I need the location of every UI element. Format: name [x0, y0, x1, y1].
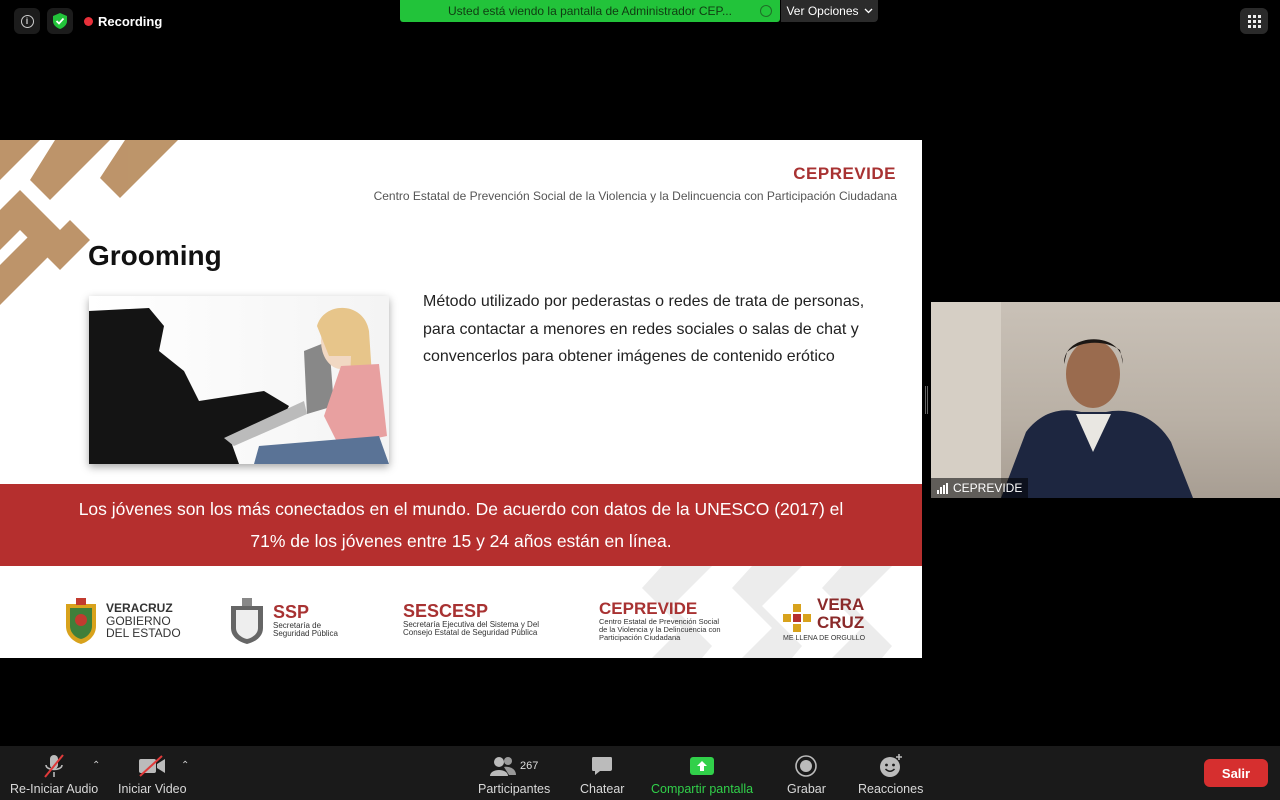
- record-icon: [795, 755, 818, 777]
- video-camera-off-icon: [139, 755, 166, 777]
- shared-screen-slide: CEPREVIDE Centro Estatal de Prevención S…: [0, 140, 922, 658]
- reactions-label: Reacciones: [858, 782, 924, 796]
- microphone-muted-icon: [44, 754, 64, 778]
- reactions-smiley-icon: [879, 754, 902, 777]
- view-options-label: Ver Opciones: [786, 4, 859, 18]
- participants-label: Participantes: [478, 782, 551, 796]
- corner-decoration: [0, 140, 178, 305]
- reactions-button[interactable]: Reacciones: [858, 752, 923, 796]
- veracruz-brand-tagline: ME LLENA DE ORGULLO: [783, 634, 866, 642]
- logo-sescesp: SESCESP Secretaría Ejecutiva del Sistema…: [403, 602, 539, 638]
- veracruz-logo-line1: VERACRUZ: [106, 601, 173, 616]
- ssp-logo-name: SSP: [273, 602, 310, 623]
- audio-label: Re-Iniciar Audio: [10, 782, 99, 796]
- audio-options-caret[interactable]: ⌃: [92, 760, 100, 771]
- record-dot-icon: [84, 16, 93, 26]
- state-coat-of-arms-icon: [66, 598, 96, 644]
- share-screen-label: Compartir pantalla: [651, 782, 754, 796]
- slide-body-text: Método utilizado por pederastas o redes …: [423, 293, 865, 366]
- screen-share-banner: Usted está viendo la pantalla de Adminis…: [400, 0, 780, 22]
- audio-button[interactable]: Re-Iniciar Audio: [10, 752, 98, 796]
- ceprevide-logo-name: CEPREVIDE: [599, 599, 698, 618]
- participant-video-tile[interactable]: CEPREVIDE: [931, 302, 1280, 498]
- leave-label: Salir: [1221, 765, 1251, 781]
- share-screen-icon: [690, 757, 715, 775]
- meeting-toolbar: Re-Iniciar Audio ⌃ Iniciar Video ⌃ 267 P…: [0, 746, 1280, 800]
- security-button[interactable]: [47, 8, 73, 34]
- chat-label: Chatear: [580, 782, 625, 796]
- sescesp-logo-name: SESCESP: [403, 601, 489, 621]
- leave-meeting-button[interactable]: Salir: [1204, 759, 1268, 787]
- slide-brand: CEPREVIDE: [793, 164, 896, 183]
- logo-ceprevide: CEPREVIDE Centro Estatal de Prevención S…: [599, 600, 721, 641]
- ssp-logo-line2: Seguridad Pública: [273, 629, 338, 639]
- participants-count: 267: [519, 760, 539, 772]
- participants-icon: [489, 757, 516, 776]
- sponsor-logos: VERACRUZ GOBIERNO DEL ESTADO SSP Secreta…: [0, 566, 922, 658]
- veracruz-brand-line2: CRUZ: [817, 612, 865, 632]
- slide-title: Grooming: [88, 240, 222, 271]
- chat-bubble-icon: [592, 757, 613, 775]
- chevron-down-icon: [864, 8, 872, 14]
- split-view-resize-handle[interactable]: [925, 386, 928, 414]
- sescesp-logo-line2: Consejo Estatal de Seguridad Pública: [403, 628, 538, 638]
- veracruz-brand-line1: VERA: [817, 595, 865, 614]
- shield-check-icon: [53, 13, 67, 29]
- participant-video-feed: [931, 302, 1193, 498]
- recording-indicator[interactable]: Recording: [84, 12, 162, 30]
- record-button[interactable]: Grabar: [787, 752, 826, 796]
- ceprevide-logo-line3: Participación Ciudadana: [599, 632, 681, 642]
- participant-name: CEPREVIDE: [953, 481, 1023, 495]
- statistic-text: Los jóvenes son los más conectados en el…: [78, 499, 844, 551]
- view-options-button[interactable]: Ver Opciones: [781, 0, 878, 22]
- slide-subtitle: Centro Estatal de Prevención Social de l…: [373, 189, 897, 203]
- grooming-illustration: [89, 296, 389, 464]
- logo-veracruz-brand: VERA CRUZ ME LLENA DE ORGULLO: [783, 596, 865, 642]
- record-label: Grabar: [787, 782, 826, 796]
- gallery-view-button[interactable]: [1240, 8, 1268, 34]
- logo-veracruz-gobierno: VERACRUZ GOBIERNO DEL ESTADO: [62, 598, 181, 644]
- share-status-icon: [760, 5, 772, 17]
- veracruz-flower-icon: [783, 604, 811, 633]
- share-banner-text: Usted está viendo la pantalla de Adminis…: [448, 4, 732, 18]
- signal-strength-icon: [937, 482, 948, 494]
- meeting-top-bar: i Recording Usted está viendo la pantall…: [0, 0, 1280, 44]
- info-icon: i: [20, 14, 34, 28]
- recording-label: Recording: [98, 13, 163, 29]
- participant-name-label: CEPREVIDE: [931, 478, 1029, 498]
- video-button[interactable]: Iniciar Video: [118, 752, 187, 796]
- ssp-shield-icon: [231, 598, 263, 644]
- video-options-caret[interactable]: ⌃: [181, 760, 189, 771]
- statistic-band: Los jóvenes son los más conectados en el…: [0, 484, 922, 566]
- logo-ssp: SSP Secretaría de Seguridad Pública: [227, 598, 338, 644]
- share-screen-button[interactable]: Compartir pantalla: [651, 752, 753, 796]
- chat-button[interactable]: Chatear: [580, 752, 624, 796]
- veracruz-logo-line3: DEL ESTADO: [106, 626, 181, 641]
- video-label: Iniciar Video: [118, 782, 187, 796]
- meeting-info-button[interactable]: i: [14, 8, 40, 34]
- participants-button[interactable]: 267 Participantes: [478, 752, 550, 796]
